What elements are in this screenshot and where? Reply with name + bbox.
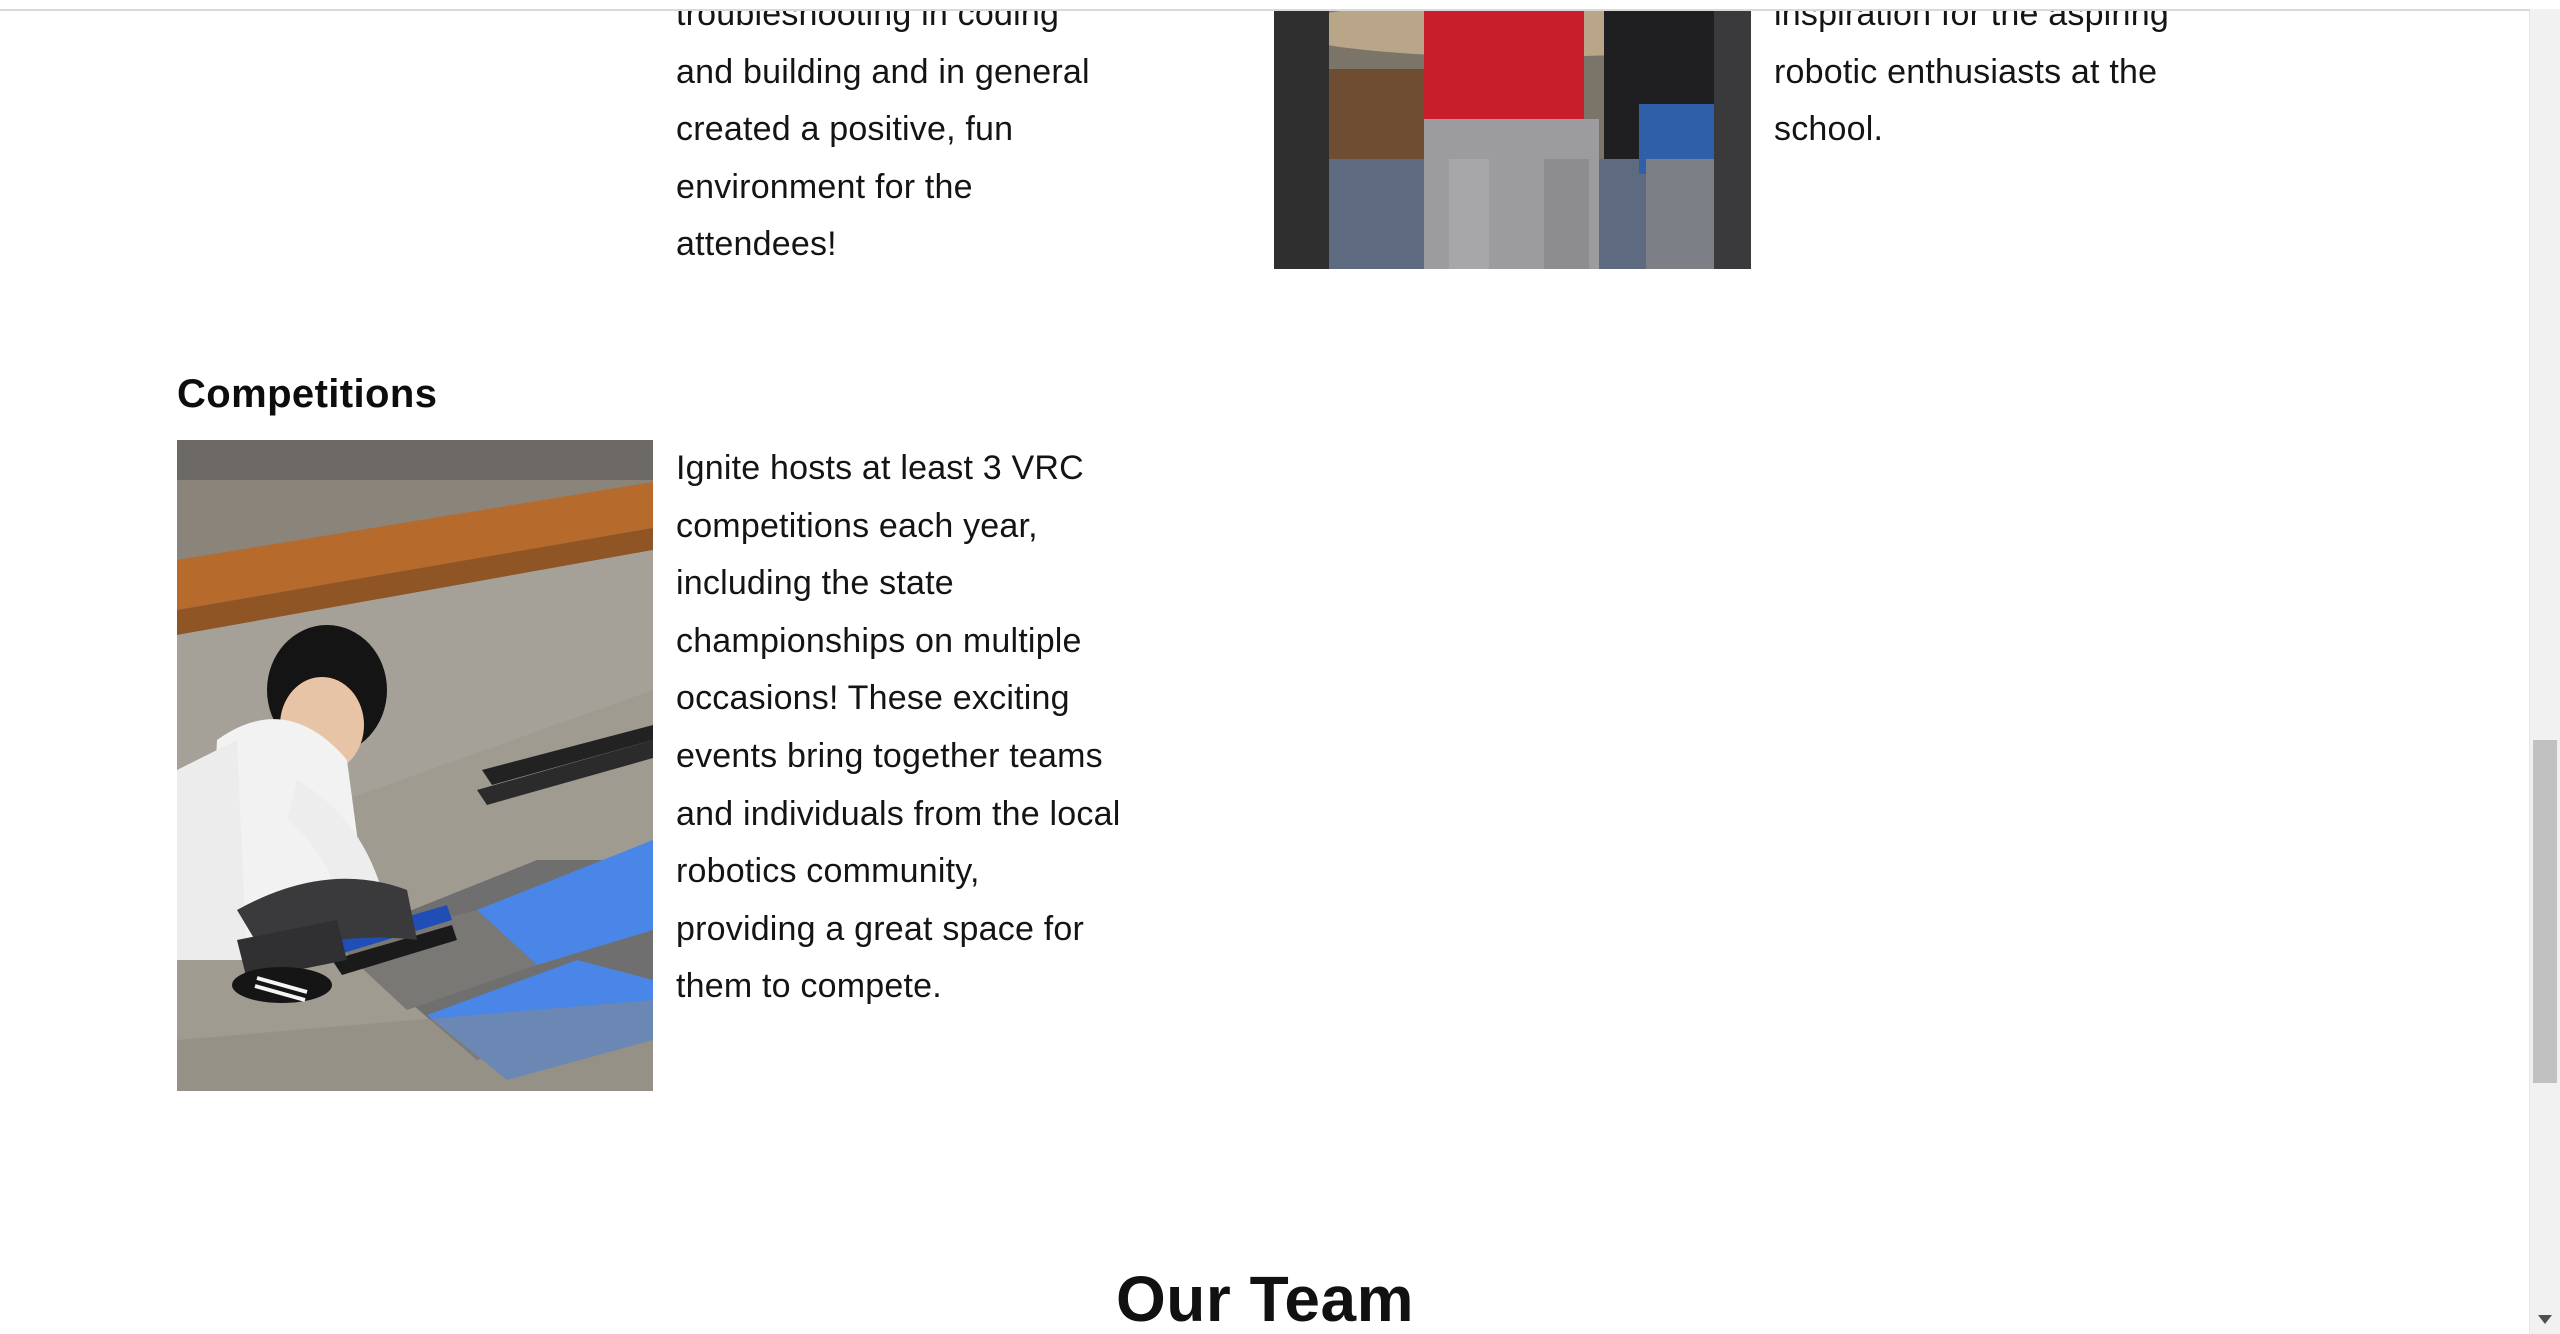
paragraph-line: Ignite hosts at least 3 VRC — [676, 449, 1084, 487]
competition-photo-illustration — [177, 440, 653, 1091]
page: troubleshooting in coding and building a… — [0, 0, 2560, 1334]
paragraph-line: including the state — [676, 564, 954, 603]
event-photo-students — [1274, 9, 1751, 269]
paragraph-line: championships on multiple — [676, 621, 1082, 660]
paragraph-line: competitions each year, — [676, 506, 1038, 545]
paragraph-line: and individuals from the local — [676, 794, 1121, 833]
paragraph-line: environment for the — [676, 167, 973, 206]
paragraph-line: occasions! These exciting — [676, 679, 1070, 718]
competitions-heading: Competitions — [177, 372, 438, 416]
paragraph-line: created a positive, fun — [676, 110, 1014, 149]
previous-paragraph-left: troubleshooting in coding and building a… — [676, 0, 1196, 274]
paragraph-line: school. — [1774, 110, 1884, 149]
scrollbar-thumb[interactable] — [2533, 740, 2557, 1083]
competitions-paragraph: Ignite hosts at least 3 VRC competitions… — [676, 440, 1196, 1016]
scroll-down-arrow-icon[interactable] — [2538, 1315, 2552, 1324]
paragraph-line: robotic enthusiasts at the — [1774, 52, 2158, 91]
paragraph-line: attendees! — [676, 225, 837, 264]
previous-paragraph-right: inspiration for the aspiring robotic ent… — [1774, 0, 2274, 159]
paragraph-line: providing a great space for — [676, 909, 1084, 948]
our-team-heading: Our Team — [1116, 1263, 1414, 1334]
paragraph-line: events bring together teams — [676, 736, 1103, 775]
paragraph-line: and building and in general — [676, 52, 1090, 91]
vertical-scrollbar[interactable] — [2529, 9, 2560, 1334]
paragraph-line: robotics community, — [676, 852, 980, 891]
competition-photo-field-setup — [177, 440, 653, 1091]
top-divider — [0, 0, 2530, 11]
event-photo-illustration — [1274, 9, 1751, 269]
paragraph-line: them to compete. — [676, 967, 942, 1006]
